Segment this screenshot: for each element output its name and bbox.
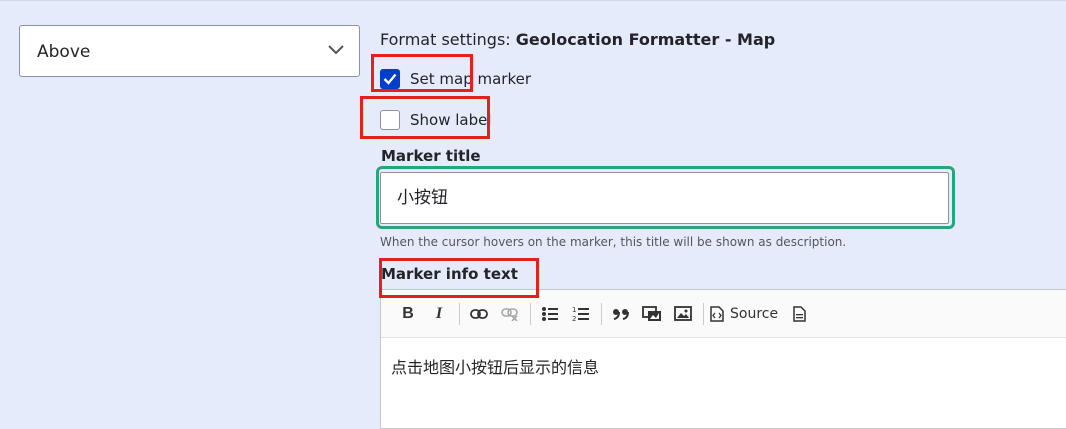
link-icon xyxy=(470,308,488,319)
toolbar-divider xyxy=(601,302,602,325)
label-position-select[interactable]: Above xyxy=(19,25,360,77)
source-label: Source xyxy=(730,305,779,322)
italic-icon: I xyxy=(435,304,443,322)
numbered-list-icon: 1 2 xyxy=(572,306,589,323)
chevron-down-icon xyxy=(328,45,344,55)
toolbar-divider xyxy=(703,302,704,325)
media-icon xyxy=(642,305,661,321)
annotation-box-set-map-marker xyxy=(371,54,473,92)
formatter-name: Geolocation Formatter - Map xyxy=(515,30,776,49)
unlink-icon xyxy=(501,307,518,321)
source-button[interactable]: Source xyxy=(710,306,778,322)
bulleted-list-icon xyxy=(542,306,558,321)
rich-text-editor[interactable]: B I 1 2 Source 点击地图小按钮后显示的信息 xyxy=(380,289,1066,429)
unlink-button[interactable] xyxy=(497,301,523,327)
toolbar-divider xyxy=(530,302,531,325)
annotation-box-marker-title xyxy=(376,166,955,229)
bold-icon: B xyxy=(402,304,414,322)
link-button[interactable] xyxy=(466,301,492,327)
image-icon xyxy=(674,306,692,321)
format-settings-title: Format settings: Geolocation Formatter -… xyxy=(380,30,775,49)
annotation-box-marker-info-text xyxy=(379,258,539,298)
bold-button[interactable]: B xyxy=(395,301,421,327)
insert-image-button[interactable] xyxy=(670,301,696,327)
blockquote-button[interactable] xyxy=(608,301,634,327)
document-button[interactable] xyxy=(786,301,812,327)
document-icon xyxy=(792,305,806,322)
numbered-list-button[interactable]: 1 2 xyxy=(568,301,594,327)
blockquote-icon xyxy=(613,308,629,320)
label-position-value: Above xyxy=(37,42,91,62)
svg-text:2: 2 xyxy=(572,315,576,323)
editor-content[interactable]: 点击地图小按钮后显示的信息 xyxy=(381,338,1066,394)
top-divider xyxy=(0,0,1066,1)
annotation-box-show-label xyxy=(360,96,490,139)
italic-button[interactable]: I xyxy=(426,301,452,327)
marker-title-label: Marker title xyxy=(381,147,481,165)
svg-text:1: 1 xyxy=(572,306,576,314)
marker-title-description: When the cursor hovers on the marker, th… xyxy=(380,235,847,249)
source-icon xyxy=(710,305,724,322)
bulleted-list-button[interactable] xyxy=(537,301,563,327)
format-settings-prefix: Format settings: xyxy=(380,30,516,49)
insert-media-button[interactable] xyxy=(639,301,665,327)
toolbar-divider xyxy=(459,302,460,325)
